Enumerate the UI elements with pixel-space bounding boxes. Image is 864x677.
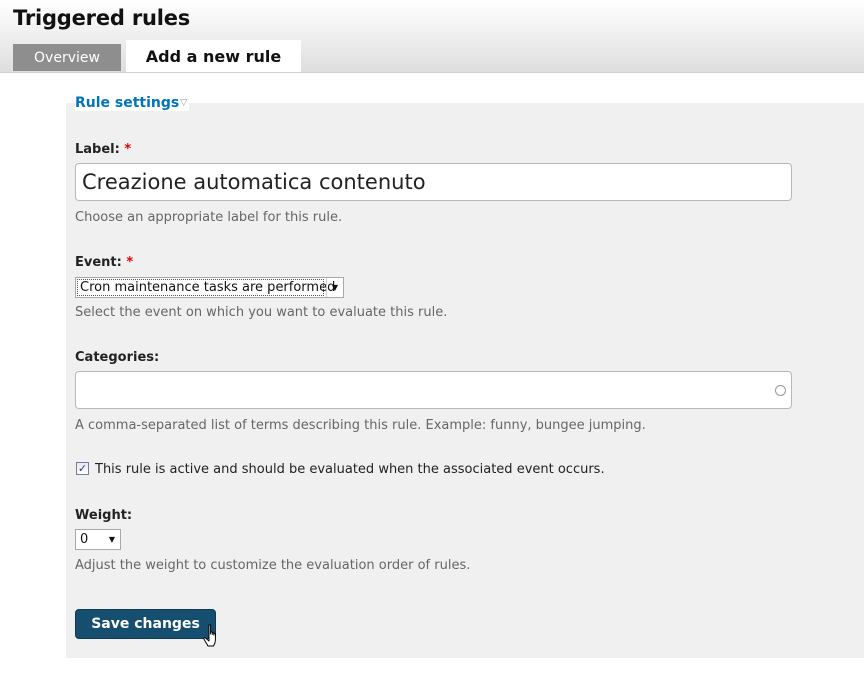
save-changes-button[interactable]: Save changes (75, 609, 216, 639)
weight-select-value[interactable]: 0 (80, 532, 88, 547)
tab-overview[interactable]: Overview (13, 44, 121, 71)
rule-label-input[interactable]: Creazione automatica contenuto (75, 163, 792, 201)
event-select[interactable]: Cron maintenance tasks are performed ▼ (75, 277, 344, 298)
label-field-description: Choose an appropriate label for this rul… (75, 210, 343, 225)
page-title: Triggered rules (13, 6, 191, 30)
weight-field-description: Adjust the weight to customize the evalu… (75, 558, 471, 573)
fieldset-legend[interactable]: Rule settings▽ (75, 95, 190, 111)
rule-label-input-value[interactable]: Creazione automatica contenuto (82, 170, 426, 194)
chevron-down-icon[interactable]: ▼ (326, 278, 343, 297)
label-field-label-text: Label: (75, 142, 120, 157)
tab-add-new-rule[interactable]: Add a new rule (126, 40, 301, 72)
label-field-label: Label: * (75, 142, 131, 157)
hand-pointer-icon (203, 624, 216, 647)
chevron-down-icon[interactable]: ▼ (104, 530, 120, 549)
active-checkbox[interactable]: ✓ (76, 462, 89, 475)
required-marker: * (124, 142, 132, 157)
collapse-toggle-icon[interactable]: ▽ (180, 98, 187, 108)
event-field-label-text: Event: (75, 255, 122, 270)
weight-field-label: Weight: (75, 508, 133, 523)
event-field-description: Select the event on which you want to ev… (75, 305, 448, 320)
categories-input[interactable] (75, 371, 792, 409)
categories-field-label: Categories: (75, 350, 160, 365)
categories-field-description: A comma-separated list of terms describi… (75, 418, 646, 433)
fieldset-legend-label[interactable]: Rule settings (75, 95, 179, 111)
weight-select[interactable]: 0 ▼ (75, 529, 121, 550)
required-marker: * (126, 255, 134, 270)
event-field-label: Event: * (75, 255, 133, 270)
event-select-value[interactable]: Cron maintenance tasks are performed (80, 280, 335, 295)
active-checkbox-label[interactable]: This rule is active and should be evalua… (95, 462, 605, 477)
autocomplete-throbber-icon (775, 385, 786, 396)
page-header: Triggered rules Overview Add a new rule (0, 0, 864, 73)
